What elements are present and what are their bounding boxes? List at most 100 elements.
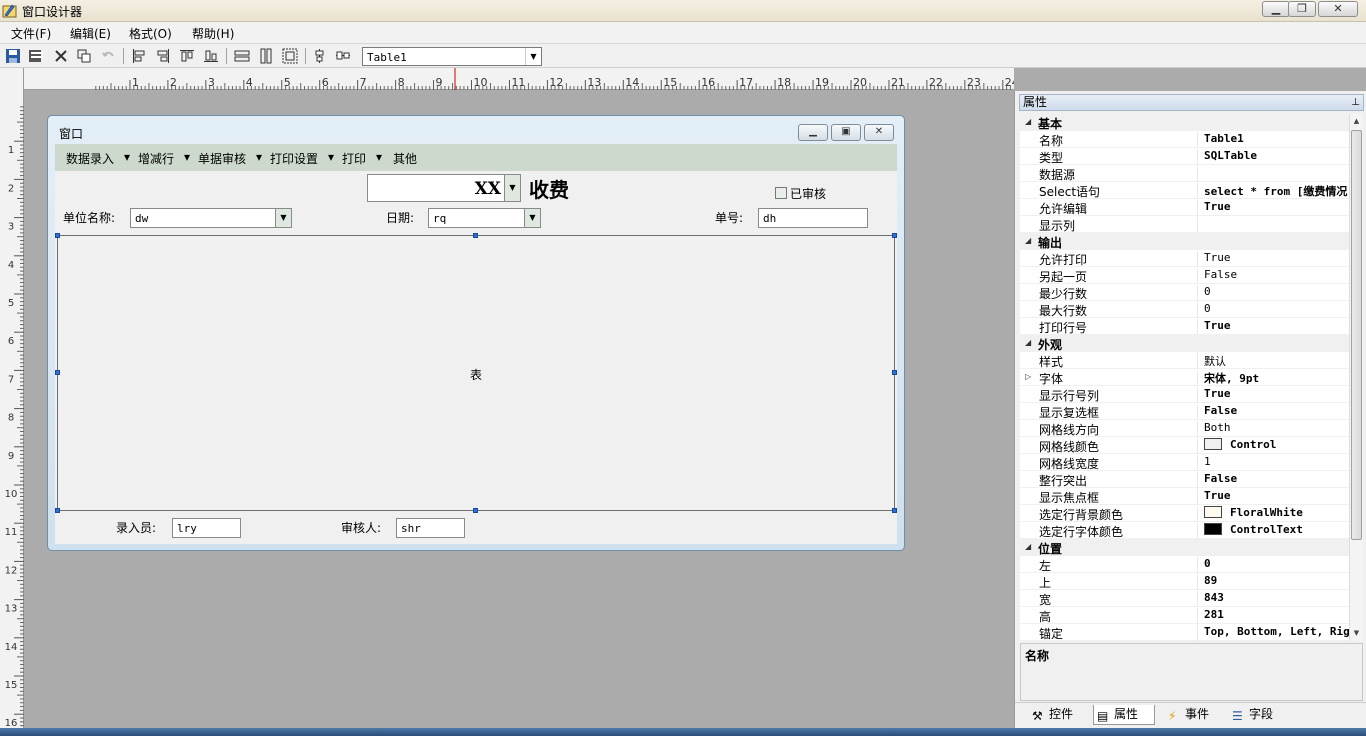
property-value[interactable]: 0 <box>1197 557 1349 573</box>
resize-handle[interactable] <box>892 508 897 513</box>
property-value[interactable]: True <box>1197 319 1349 335</box>
property-value[interactable]: True <box>1197 200 1349 216</box>
menu-format[interactable]: 格式(O) <box>129 25 172 42</box>
menu-edit[interactable]: 编辑(E) <box>70 25 111 42</box>
property-value[interactable]: True <box>1197 489 1349 505</box>
pin-icon[interactable]: ⊥ <box>1351 95 1360 110</box>
resize-handle[interactable] <box>473 508 478 513</box>
property-row[interactable]: ▷ 字体 宋体, 9pt <box>1020 369 1349 386</box>
property-value[interactable]: 843 <box>1197 591 1349 607</box>
property-category[interactable]: ◢ 基本 <box>1020 114 1349 131</box>
property-value[interactable]: 89 <box>1197 574 1349 590</box>
property-value[interactable] <box>1197 217 1349 233</box>
form-close-button[interactable]: ✕ <box>864 124 894 141</box>
property-value[interactable]: 281 <box>1197 608 1349 624</box>
property-value[interactable] <box>1197 166 1349 182</box>
property-value[interactable]: 1 <box>1197 455 1349 471</box>
align-right-icon[interactable] <box>155 48 171 64</box>
property-row[interactable]: 显示复选框 False <box>1020 403 1349 420</box>
property-value[interactable]: 0 <box>1197 285 1349 301</box>
doc-number-input[interactable]: dh <box>758 208 868 228</box>
property-category[interactable]: ◢ 输出 <box>1020 233 1349 250</box>
property-category[interactable]: ◢ 位置 <box>1020 539 1349 556</box>
minimize-button[interactable]: ▁ <box>1262 1 1290 17</box>
property-grid-scrollbar[interactable]: ▲ ▼ <box>1349 114 1363 641</box>
property-value[interactable]: False <box>1197 472 1349 488</box>
undo-icon[interactable] <box>100 48 116 64</box>
form-menu-review[interactable]: 单据审核 <box>198 150 246 167</box>
resize-handle[interactable] <box>55 370 60 375</box>
reviewed-checkbox[interactable] <box>775 187 787 199</box>
tab-properties[interactable]: ▤ 属性 <box>1093 705 1155 725</box>
property-value[interactable]: True <box>1197 251 1349 267</box>
center-vertical-icon[interactable] <box>312 48 328 64</box>
entry-clerk-input[interactable]: lry <box>172 518 241 538</box>
collapse-icon[interactable]: ◢ <box>1025 338 1031 347</box>
property-value[interactable]: 默认 <box>1197 353 1349 369</box>
resize-handle[interactable] <box>55 233 60 238</box>
form-minimize-button[interactable]: ▁ <box>798 124 828 141</box>
chevron-down-icon[interactable]: ▼ <box>525 48 541 65</box>
save-icon[interactable] <box>5 48 21 64</box>
align-left-icon[interactable] <box>131 48 147 64</box>
property-category[interactable]: ◢ 外观 <box>1020 335 1349 352</box>
collapse-icon[interactable]: ◢ <box>1025 542 1031 551</box>
property-grid[interactable]: ◢ 基本 名称 Table1 类型 SQLTable 数据源 Select语句 select *… <box>1020 114 1349 641</box>
align-top-icon[interactable] <box>179 48 195 64</box>
property-row[interactable]: 上 89 <box>1020 573 1349 590</box>
same-width-icon[interactable] <box>234 48 250 64</box>
property-row[interactable]: 选定行背景颜色 FloralWhite <box>1020 505 1349 522</box>
menu-file[interactable]: 文件(F) <box>11 25 51 42</box>
tab-events[interactable]: ⚡ 事件 <box>1165 705 1227 725</box>
property-value[interactable]: Table1 <box>1197 132 1349 148</box>
scrollbar-thumb[interactable] <box>1351 130 1362 540</box>
menu-help[interactable]: 帮助(H) <box>192 25 234 42</box>
property-row[interactable]: 数据源 <box>1020 165 1349 182</box>
tab-controls[interactable]: ⚒ 控件 <box>1029 705 1091 725</box>
resize-handle[interactable] <box>473 233 478 238</box>
date-combo[interactable]: rq <box>428 208 525 228</box>
center-horizontal-icon[interactable] <box>335 48 351 64</box>
restore-button[interactable]: ❐ <box>1288 1 1316 17</box>
property-row[interactable]: 锚定 Top, Bottom, Left, Right <box>1020 624 1349 641</box>
property-row[interactable]: 允许编辑 True <box>1020 199 1349 216</box>
property-row[interactable]: 高 281 <box>1020 607 1349 624</box>
scroll-down-icon[interactable]: ▼ <box>1350 626 1363 640</box>
property-row[interactable]: 网格线方向 Both <box>1020 420 1349 437</box>
collapse-icon[interactable]: ◢ <box>1025 236 1031 245</box>
property-row[interactable]: 类型 SQLTable <box>1020 148 1349 165</box>
chevron-down-icon[interactable]: ▼ <box>524 208 541 228</box>
scroll-up-icon[interactable]: ▲ <box>1350 114 1363 128</box>
property-row[interactable]: 名称 Table1 <box>1020 131 1349 148</box>
property-row[interactable]: 网格线宽度 1 <box>1020 454 1349 471</box>
chevron-down-icon[interactable]: ▼ <box>504 174 521 202</box>
resize-handle[interactable] <box>55 508 60 513</box>
property-value[interactable]: SQLTable <box>1197 149 1349 165</box>
property-value[interactable]: 宋体, 9pt <box>1197 370 1349 386</box>
property-row[interactable]: 整行突出 False <box>1020 471 1349 488</box>
form-restore-button[interactable]: ▣ <box>831 124 861 141</box>
same-size-icon[interactable] <box>282 48 298 64</box>
property-row[interactable]: 宽 843 <box>1020 590 1349 607</box>
property-value[interactable]: FloralWhite <box>1197 506 1349 522</box>
property-row[interactable]: 选定行字体颜色 ControlText <box>1020 522 1349 539</box>
tab-fields[interactable]: ☰ 字段 <box>1229 705 1291 725</box>
property-value[interactable]: False <box>1197 404 1349 420</box>
form-menu-print-settings[interactable]: 打印设置 <box>270 150 318 167</box>
property-value[interactable]: 0 <box>1197 302 1349 318</box>
property-row[interactable]: 打印行号 True <box>1020 318 1349 335</box>
save-all-icon[interactable] <box>28 48 44 64</box>
property-row[interactable]: Select语句 select * from [缴费情况] <box>1020 182 1349 199</box>
header-combo[interactable]: XX <box>367 174 505 202</box>
resize-handle[interactable] <box>892 370 897 375</box>
form-menu-add-remove-rows[interactable]: 增减行 <box>138 150 174 167</box>
property-value[interactable]: ControlText <box>1197 523 1349 539</box>
property-value[interactable]: Control <box>1197 438 1349 454</box>
resize-handle[interactable] <box>892 233 897 238</box>
unit-name-combo[interactable]: dw <box>130 208 276 228</box>
property-value[interactable]: False <box>1197 268 1349 284</box>
property-row[interactable]: 样式 默认 <box>1020 352 1349 369</box>
property-value[interactable]: select * from [缴费情况] <box>1197 183 1349 199</box>
property-row[interactable]: 最大行数 0 <box>1020 301 1349 318</box>
align-bottom-icon[interactable] <box>203 48 219 64</box>
